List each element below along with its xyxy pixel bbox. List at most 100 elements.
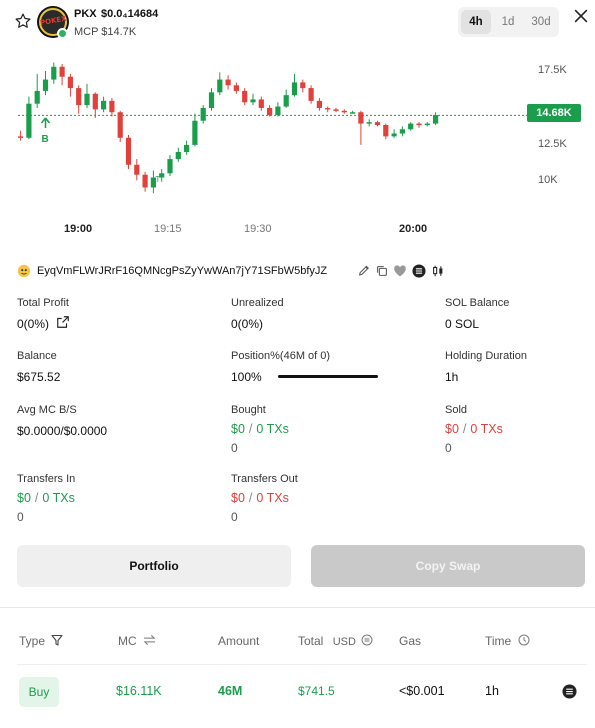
type-badge-buy: Buy <box>19 677 59 707</box>
holding-duration-label: Holding Duration <box>445 350 527 362</box>
candle-body <box>18 136 24 138</box>
column-header-total[interactable]: Total USD <box>298 634 373 648</box>
sold-label: Sold <box>445 404 468 416</box>
timeframe-30d[interactable]: 30d <box>525 10 557 34</box>
candle-body <box>291 82 298 96</box>
candle-body <box>134 164 140 175</box>
row-total: $741.5 <box>298 684 335 698</box>
table-divider <box>17 664 587 665</box>
transfers-out-value: $0/0 TXs <box>231 491 289 505</box>
bought-value: $0/0 TXs <box>231 422 289 436</box>
token-header: POKEX PKX $0.0₄14684 MCP $14.7K 4h 1d 30… <box>0 0 595 46</box>
total-profit-value: 0(0%) <box>17 317 50 331</box>
candle-body <box>275 106 281 116</box>
x-tick-label: 19:30 <box>244 223 272 235</box>
transfers-in-sub: 0 <box>17 510 24 524</box>
candle-body <box>84 93 90 106</box>
unrealized-label: Unrealized <box>231 297 284 309</box>
candle-body <box>184 144 190 152</box>
position-progress-bar <box>278 375 378 378</box>
timeframe-selector: 4h 1d 30d <box>458 7 559 37</box>
candle-body <box>258 99 264 108</box>
sol-balance-label: SOL Balance <box>445 297 510 309</box>
currency-toggle-icon[interactable] <box>361 634 373 646</box>
candle-body <box>217 79 223 93</box>
candle-body <box>92 93 98 110</box>
candle-body <box>350 112 356 114</box>
heart-icon[interactable] <box>393 264 407 278</box>
candle-body <box>374 122 381 125</box>
y-tick-label: 12.5K <box>538 138 567 150</box>
sol-balance-value: 0 SOL <box>445 317 480 331</box>
filter-icon[interactable] <box>51 634 63 646</box>
bought-label: Bought <box>231 404 266 416</box>
row-mc: $16.11K <box>116 684 162 698</box>
current-price-tag: 14.68K <box>527 104 581 122</box>
chart-canvas: BT <box>18 62 527 194</box>
candle-body <box>59 66 65 77</box>
column-header-type[interactable]: Type <box>19 634 63 648</box>
sold-value: $0/0 TXs <box>445 422 503 436</box>
candle-body <box>225 79 231 86</box>
bought-sub: 0 <box>231 441 238 455</box>
token-symbol: PKX <box>74 8 97 20</box>
wallet-avatar-icon <box>17 264 31 278</box>
candle-body <box>117 112 123 138</box>
candle-body <box>34 90 40 104</box>
row-gas: <$0.001 <box>399 684 445 698</box>
copy-icon[interactable] <box>375 264 389 278</box>
balance-value: $675.52 <box>17 370 61 384</box>
candle-body <box>366 122 372 124</box>
candle-body <box>125 137 132 165</box>
candle-body <box>250 99 256 103</box>
close-icon[interactable] <box>572 7 590 25</box>
candle-body <box>26 103 32 138</box>
timeframe-4h[interactable]: 4h <box>461 10 491 34</box>
y-tick-label: 10K <box>538 174 558 186</box>
candle-body <box>242 90 248 103</box>
candle-body <box>300 82 306 89</box>
candle-body <box>167 159 173 174</box>
candle-body <box>391 133 397 137</box>
swap-arrows-icon[interactable] <box>143 634 156 646</box>
portfolio-button[interactable]: Portfolio <box>17 545 291 587</box>
verified-badge-icon <box>57 28 68 39</box>
candle-body <box>67 76 73 89</box>
column-header-gas: Gas <box>399 634 422 648</box>
balance-label: Balance <box>17 350 57 362</box>
timeframe-1d[interactable]: 1d <box>493 10 523 34</box>
share-icon[interactable] <box>56 315 70 329</box>
star-icon[interactable] <box>14 12 32 30</box>
candle-body <box>51 66 57 80</box>
avg-mc-label: Avg MC B/S <box>17 404 77 416</box>
sold-sub: 0 <box>445 441 452 455</box>
column-header-time[interactable]: Time <box>485 634 530 648</box>
candle-body <box>208 92 215 108</box>
candle-body <box>358 112 364 124</box>
candle-body <box>341 110 347 113</box>
candle-body <box>101 100 107 110</box>
row-time: 1h <box>485 684 499 698</box>
candle-body <box>325 107 331 110</box>
column-header-mc[interactable]: MC <box>118 634 156 648</box>
transfers-in-label: Transfers In <box>17 473 76 485</box>
section-divider <box>0 607 595 608</box>
avg-mc-value: $0.0000/$0.0000 <box>17 424 108 438</box>
edit-icon[interactable] <box>357 264 371 278</box>
price-chart[interactable]: BT 17.5K 12.5K 10K 14.68K 19:00 19:15 19… <box>0 46 595 242</box>
candle-body <box>233 85 239 91</box>
candle-body <box>399 129 405 134</box>
candle-body <box>416 123 422 126</box>
candle-body <box>76 88 82 106</box>
wallet-address[interactable]: EyqVmFLWrJRrF16QMNcgPsZyYwWAn7jY71SFbW5b… <box>37 265 327 277</box>
candle-chart-icon[interactable] <box>431 264 445 278</box>
candle-body <box>175 151 181 160</box>
usd-unit-toggle[interactable]: USD <box>333 636 356 648</box>
candle-body <box>267 107 273 116</box>
candle-body <box>333 109 339 111</box>
solana-icon[interactable] <box>412 264 426 278</box>
clock-icon[interactable] <box>518 634 530 646</box>
copy-swap-button[interactable]: Copy Swap <box>311 545 585 587</box>
candle-body <box>433 115 439 124</box>
solscan-link-icon[interactable] <box>562 684 577 699</box>
